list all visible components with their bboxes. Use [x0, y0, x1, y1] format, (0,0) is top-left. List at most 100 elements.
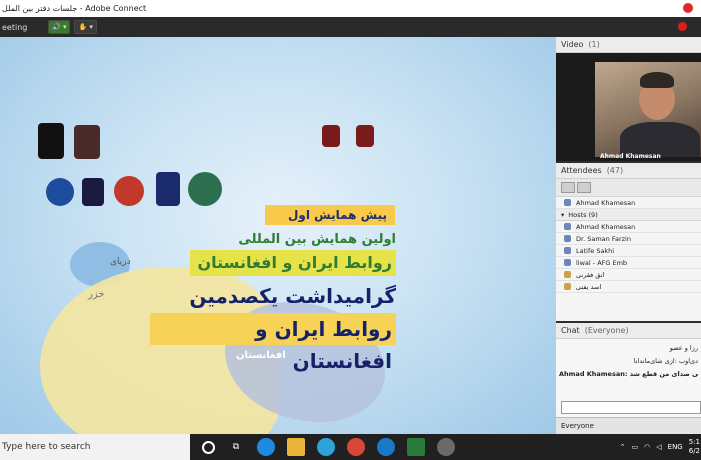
institute-logo-4 — [156, 172, 180, 206]
sidebar: Video (1) Ahmad Khamesan Attendees (47) … — [556, 37, 701, 434]
hosts-section-header[interactable]: ▾ Hosts (9) — [556, 209, 701, 221]
share-pod: دریای خزر افغانستان پیش همایش اول اولین … — [0, 37, 556, 434]
slide-line-centennial: گرامیداشت یکصدمین سال — [189, 284, 396, 340]
status-view-icon[interactable] — [577, 182, 591, 193]
person-body — [620, 122, 700, 157]
institute-logo-1 — [46, 178, 74, 206]
chat-pod: Chat (Everyone) رزا و عصو دی‌اوب :ازی شا… — [556, 323, 701, 434]
emblem-logo-1 — [322, 125, 340, 147]
speaker-button[interactable]: 🔊 ▾ — [48, 20, 71, 34]
user-icon — [564, 283, 571, 290]
file-explorer-icon[interactable] — [287, 438, 305, 456]
chat-message: دی‌اوب :ازی شای‌ماندانا — [633, 357, 698, 365]
search-placeholder: Type here to search — [2, 442, 91, 452]
attendees-pod-header: Attendees (47) — [556, 163, 701, 179]
presenter-icon — [564, 199, 571, 206]
internet-explorer-icon[interactable] — [377, 438, 395, 456]
attendee-name: Dr. Saman Farzin — [576, 234, 631, 243]
map-label-khazar: خزر — [88, 289, 105, 300]
raise-hand-button[interactable]: ✋ ▾ — [74, 20, 97, 34]
attendee-name: liwal - AFG Emb — [576, 258, 628, 267]
video-pod-count: (1) — [588, 40, 600, 49]
hand-icon: ✋ ▾ — [78, 23, 93, 31]
clock[interactable]: 5:1 6/2 — [689, 438, 700, 456]
wifi-icon[interactable]: ◠ — [644, 443, 650, 451]
emblem-logo-2 — [356, 125, 374, 147]
map-label-afghanistan: افغانستان — [236, 350, 286, 361]
webcam-video[interactable] — [595, 62, 701, 157]
chevron-up-icon[interactable]: ⌃ — [620, 443, 626, 451]
network-icon[interactable]: ▭ — [632, 443, 639, 451]
attendee-row[interactable]: Latife Sakhi — [556, 245, 701, 257]
attendee-row[interactable]: Ahmad Khamesan — [556, 221, 701, 233]
attendees-pod-title: Attendees — [561, 166, 602, 175]
slide-badge: پیش همایش اول — [265, 205, 395, 225]
clock-date: 6/2 — [688, 447, 700, 455]
user-icon — [564, 271, 571, 278]
telegram-icon[interactable] — [317, 438, 335, 456]
presenter-row[interactable]: Ahmad Khamesan — [556, 197, 701, 209]
chevron-down-icon: ▾ — [561, 210, 565, 219]
hosts-label: Hosts (9) — [568, 210, 598, 219]
video-pod-title: Video — [561, 40, 584, 49]
adobe-connect-icon[interactable] — [407, 438, 425, 456]
attendee-name: Ahmad Khamesan — [576, 222, 636, 231]
user-icon — [564, 223, 571, 230]
attendee-name: اسد يفتی — [576, 282, 602, 291]
taskbar-search-box[interactable]: Type here to search — [0, 434, 190, 460]
attendee-row[interactable]: liwal - AFG Emb — [556, 257, 701, 269]
attendee-name: انق فقرنی — [576, 270, 605, 279]
chat-pod-title: Chat — [561, 326, 580, 335]
institute-logo-5 — [188, 172, 222, 206]
chat-messages: رزا و عصو دی‌اوب :ازی شای‌ماندانا Ahmad … — [556, 340, 701, 396]
user-icon — [564, 247, 571, 254]
attendees-toolbar — [556, 179, 701, 197]
user-icon — [564, 259, 571, 266]
university-logo-1 — [38, 123, 64, 159]
screen: جلسات دفتر بین الملل - Adobe Connect eet… — [0, 0, 701, 460]
slide-line-relations-2: روابط ایران و افغانستان — [150, 313, 396, 373]
recording-icon — [678, 22, 687, 31]
video-pod-header: Video (1) — [556, 37, 701, 53]
chat-recipient-selector[interactable]: Everyone — [556, 417, 701, 434]
institute-logo-3 — [114, 176, 144, 206]
speaker-icon: 🔊 ▾ — [52, 23, 67, 31]
chrome-icon[interactable] — [347, 438, 365, 456]
volume-icon[interactable]: ◁ — [656, 443, 661, 451]
university-logo-2 — [74, 125, 100, 159]
video-participant-name: Ahmad Khamesan — [600, 153, 661, 160]
person-hair — [640, 72, 674, 88]
paint-icon[interactable] — [437, 438, 455, 456]
attendees-pod: Ahmad Khamesan ▾ Hosts (9) Ahmad Khamesa… — [556, 179, 701, 321]
language-indicator[interactable]: ENG — [668, 443, 683, 451]
list-view-icon[interactable] — [561, 182, 575, 193]
window-title: جلسات دفتر بین الملل - Adobe Connect — [2, 4, 147, 13]
chat-message: Ahmad Khamesan: کر دسترسی صدای من قطع شد — [559, 370, 698, 378]
attendee-row[interactable]: Dr. Saman Farzin — [556, 233, 701, 245]
attendee-row[interactable]: انق فقرنی — [556, 269, 701, 281]
attendees-pod-count: (47) — [606, 166, 624, 175]
system-tray: ⌃ ▭ ◠ ◁ ENG 5:1 6/2 — [620, 434, 701, 460]
map-label-sea: دریای — [110, 257, 131, 267]
attendee-row[interactable]: اسد يفتی — [556, 281, 701, 293]
chat-input[interactable] — [561, 401, 701, 414]
chat-pod-header: Chat (Everyone) — [556, 323, 701, 339]
clock-time: 5:1 — [688, 438, 700, 446]
chat-message: رزا و عصو — [669, 344, 698, 352]
cortana-icon[interactable] — [202, 440, 215, 454]
attendee-name: Latife Sakhi — [576, 246, 615, 255]
slide-line-relations: روابط ایران و افغانستان — [190, 250, 396, 276]
window-title-bar: جلسات دفتر بین الملل - Adobe Connect — [0, 0, 701, 17]
edge-icon[interactable] — [257, 438, 275, 456]
slide-line-conference: اولین همایش بین المللی — [238, 232, 396, 247]
presenter-name: Ahmad Khamesan — [576, 198, 636, 207]
record-indicator-icon — [683, 3, 693, 13]
task-view-icon[interactable]: ⧉ — [227, 438, 245, 456]
chat-recipient-label: Everyone — [561, 422, 594, 430]
institute-logo-2 — [82, 178, 104, 206]
meeting-toolbar: eeting 🔊 ▾ ✋ ▾ — [0, 17, 701, 37]
chat-scope: (Everyone) — [584, 326, 629, 335]
windows-taskbar: Type here to search ⧉ ⌃ ▭ ◠ ◁ ENG 5:1 6/… — [0, 434, 701, 460]
meeting-menu[interactable]: eeting — [0, 23, 44, 32]
user-icon — [564, 235, 571, 242]
